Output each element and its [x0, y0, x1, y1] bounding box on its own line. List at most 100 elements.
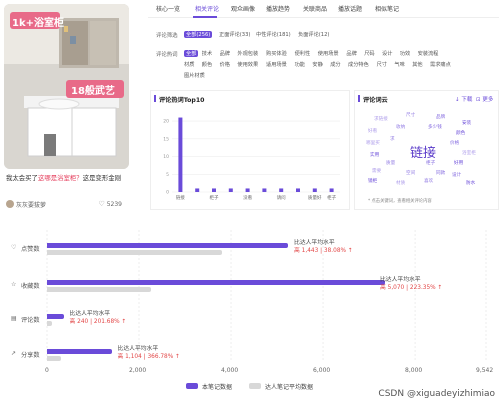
filter-positive[interactable]: 正面评论(33) — [219, 31, 250, 38]
hotword-chip[interactable]: 购买体验 — [266, 50, 287, 57]
note-card[interactable]: 1k+浴室柜 18般武艺 我太会买了这哪是浴室柜？这是变形金刚 灰灰要拔萝 ♡ 5… — [4, 4, 129, 214]
hotword-bar[interactable] — [212, 188, 216, 192]
metric-label: 分享数 — [21, 352, 40, 359]
hotword-chip[interactable]: 功能 — [295, 61, 305, 68]
hotword-bar[interactable] — [245, 188, 250, 192]
hotword-bar[interactable] — [195, 188, 200, 192]
annotation-label: 比达人平均水平 — [69, 311, 111, 317]
hotword-bar[interactable] — [312, 188, 317, 192]
hotword-bar[interactable] — [228, 188, 233, 192]
hotword-chip[interactable]: 便利性 — [295, 50, 311, 57]
hotword-bar[interactable] — [296, 188, 300, 192]
wordcloud-word[interactable]: 尺寸 — [406, 112, 415, 118]
hotword-chip[interactable]: 使用效果 — [237, 61, 258, 68]
wordcloud-word[interactable]: 安装 — [462, 120, 471, 126]
tab-related-products[interactable]: 关联商品 — [303, 4, 327, 13]
wordcloud-word[interactable]: 收纳 — [396, 124, 405, 130]
filter-neutral[interactable]: 中性评论(181) — [256, 31, 291, 38]
hotword-chip[interactable]: 需求痛点 — [430, 61, 451, 68]
hotword-chip[interactable]: 设计 — [382, 50, 392, 57]
hotword-chip[interactable]: 安静 — [312, 61, 322, 68]
average-value-bar[interactable] — [47, 287, 152, 292]
note-caption[interactable]: 我太会买了这哪是浴室柜？这是变形金刚 — [6, 174, 126, 183]
note-value-bar[interactable] — [47, 314, 64, 319]
hotword-chip[interactable]: 颜色 — [202, 61, 212, 68]
tab-play-topics[interactable]: 播放话题 — [338, 4, 362, 13]
filter-negative[interactable]: 负面评论(12) — [298, 31, 329, 38]
wordcloud-word[interactable]: 好看 — [368, 128, 377, 134]
wordcloud-center-word[interactable]: 链接 — [410, 142, 436, 161]
wordcloud-word[interactable]: 空间 — [406, 170, 415, 176]
hotword-chip[interactable]: 使用场景 — [318, 50, 339, 57]
watermark: CSDN @xiguadeyizhimiao — [378, 389, 495, 399]
more-link[interactable]: ⊡ 更多 — [476, 95, 493, 103]
average-value-bar[interactable] — [47, 250, 222, 255]
hotword-chip[interactable]: 图片材质 — [184, 72, 205, 79]
legend-note: 本笔记数据 — [202, 384, 233, 391]
wordcloud-word[interactable]: 防水 — [466, 180, 475, 186]
metric-label: 评论数 — [21, 317, 40, 324]
comment-icon: ▤ — [11, 315, 17, 322]
comparison-annotation: 比达人平均水平高 1,443 | 38.08% ↑ — [294, 239, 353, 255]
tab-similar-notes[interactable]: 相似笔记 — [375, 4, 399, 13]
download-link[interactable]: ↓ 下载 — [455, 95, 472, 103]
author-name[interactable]: 灰灰要拔萝 — [16, 200, 46, 209]
hotword-chip[interactable]: 其他 — [412, 61, 422, 68]
wordcloud-word[interactable]: 哪里买 — [366, 140, 380, 146]
wordcloud-note: * 点击关键词，查看相关评论内容 — [368, 199, 432, 204]
tab-play-trend[interactable]: 播放趋势 — [266, 4, 290, 13]
hotword-bar[interactable] — [262, 188, 267, 192]
note-value-bar[interactable] — [47, 280, 385, 285]
wordcloud-word[interactable]: 设计 — [452, 172, 461, 178]
wordcloud-word[interactable]: 材质 — [396, 180, 405, 186]
x-tick-label: 8,000 — [405, 367, 423, 374]
wordcloud-word[interactable]: 求链接 — [374, 116, 388, 122]
wordcloud-word[interactable]: 喜欢 — [424, 178, 433, 184]
thumb-overlay-text-1: 1k+浴室柜 — [12, 18, 64, 29]
annotation-label: 比达人平均水平 — [117, 346, 159, 352]
hotword-chip[interactable]: 品牌 — [346, 50, 356, 57]
comparison-chart-grid — [46, 230, 487, 362]
wordcloud-word[interactable]: 颜色 — [456, 130, 465, 136]
hotword-chip[interactable]: 价格 — [220, 61, 230, 68]
hotword-bar[interactable] — [329, 188, 334, 192]
wordcloud-word[interactable]: 实用 — [370, 152, 379, 158]
hotword-chip[interactable]: 技术 — [202, 50, 212, 57]
tab-audience-profile[interactable]: 观众画像 — [231, 4, 255, 13]
wordcloud-word[interactable]: 镜柜 — [368, 178, 377, 184]
hotword-chip[interactable]: 材质 — [184, 61, 194, 68]
hotword-chip[interactable]: 适用场景 — [266, 61, 287, 68]
wordcloud-word[interactable]: 价格 — [450, 140, 459, 146]
wordcloud-word[interactable]: 同款 — [436, 170, 445, 176]
hotword-chip[interactable]: 气味 — [394, 61, 404, 68]
tab-related-comments[interactable]: 相关评论 — [195, 4, 219, 13]
tab-core-overview[interactable]: 核心一览 — [156, 4, 180, 13]
note-value-bar[interactable] — [47, 349, 112, 354]
hotword-chip[interactable]: 外观包装 — [237, 50, 258, 57]
up-arrow-icon: ↑ — [435, 285, 443, 291]
wordcloud-word[interactable]: 需要 — [372, 168, 381, 174]
hotword-chip[interactable]: 安装流程 — [418, 50, 439, 57]
hotword-chip[interactable]: 品牌 — [220, 50, 230, 57]
hotword-chip-all[interactable]: 全部 — [184, 50, 199, 57]
wordcloud-word[interactable]: 多少钱 — [428, 124, 442, 130]
wordcloud-title: 评论词云 — [363, 97, 388, 104]
hotword-bar[interactable] — [279, 188, 284, 192]
hotword-chip[interactable]: 尺码 — [364, 50, 374, 57]
hotword-chip[interactable]: 成分特色 — [348, 61, 369, 68]
x-tick-label: 4,000 — [221, 367, 239, 374]
wordcloud-word[interactable]: 质量 — [386, 160, 395, 166]
avatar[interactable] — [6, 200, 14, 208]
hotword-chip[interactable]: 功效 — [400, 50, 410, 57]
hotword-chip[interactable]: 成分 — [330, 61, 340, 68]
wordcloud-word[interactable]: 浴室柜 — [462, 150, 476, 156]
note-value-bar[interactable] — [47, 243, 289, 248]
hotword-chip[interactable]: 尺寸 — [377, 61, 387, 68]
hotword-bar[interactable] — [178, 117, 183, 192]
annotation-delta-value: 高 5,070 — [380, 285, 405, 291]
wordcloud-word[interactable]: 求 — [390, 136, 395, 142]
wordcloud-word[interactable]: 品牌 — [436, 114, 445, 120]
filter-all[interactable]: 全部(256) — [184, 31, 213, 38]
average-value-bar[interactable] — [47, 356, 61, 361]
wordcloud-word[interactable]: 好用 — [454, 160, 463, 166]
